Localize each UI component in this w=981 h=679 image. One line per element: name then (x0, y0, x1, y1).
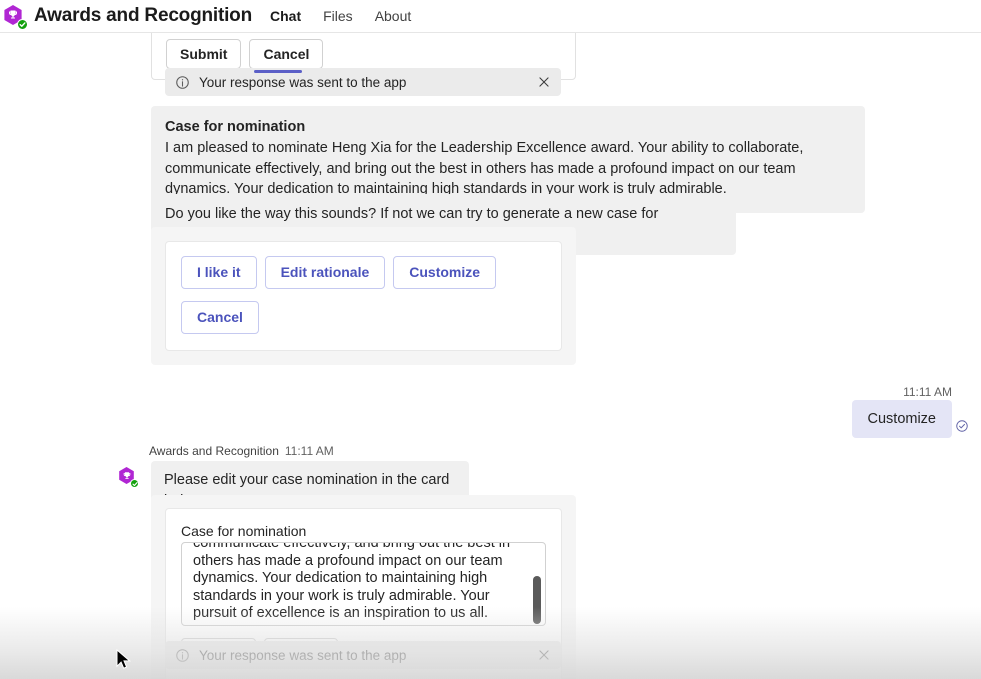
textarea-scrollbar-thumb[interactable] (533, 576, 541, 624)
presence-available-icon (17, 19, 28, 30)
bot-message-meta: Awards and Recognition 11:11 AM (149, 444, 334, 458)
action-card-inner: I like it Edit rationale Customize Cance… (165, 241, 562, 351)
action-card-button-row-1: I like it Edit rationale Customize (181, 256, 546, 289)
focus-indicator-underline (254, 70, 302, 73)
tab-bar: Chat Files About (270, 8, 411, 24)
textarea-value: has made a profound impact on our team d… (193, 552, 503, 622)
info-icon (175, 648, 190, 663)
clipped-card-button-row: Submit Cancel (166, 39, 561, 69)
cancel-button-action-card[interactable]: Cancel (181, 301, 259, 334)
info-icon (175, 75, 190, 90)
close-icon[interactable] (537, 75, 551, 89)
tab-about[interactable]: About (375, 8, 412, 24)
tab-files[interactable]: Files (323, 8, 353, 24)
user-message-bubble: Customize (851, 400, 952, 438)
notification-text-bottom: Your response was sent to the app (199, 647, 407, 663)
app-avatar (2, 4, 28, 30)
notification-text-top: Your response was sent to the app (199, 74, 407, 90)
action-card-outer: I like it Edit rationale Customize Cance… (151, 227, 576, 365)
nomination-heading: Case for nomination (165, 119, 306, 135)
bot-sender-name: Awards and Recognition (149, 444, 279, 458)
presence-available-icon (130, 479, 139, 488)
notification-sent-bottom: Your response was sent to the app (165, 641, 561, 669)
close-icon[interactable] (537, 648, 551, 662)
bot-avatar (118, 467, 139, 488)
teams-chat-window: Awards and Recognition Chat Files About … (0, 0, 981, 679)
customize-button[interactable]: Customize (393, 256, 497, 289)
i-like-it-button[interactable]: I like it (181, 256, 257, 289)
edit-field-label: Case for nomination (181, 523, 307, 539)
textarea-scrollbar[interactable] (533, 546, 541, 624)
textarea-content: communicate effectively, and bring out t… (193, 543, 537, 623)
notification-sent-top: Your response was sent to the app (165, 68, 561, 96)
sent-check-icon (955, 419, 969, 433)
submit-button-top[interactable]: Submit (166, 39, 242, 69)
chat-scroll-area[interactable]: Submit Cancel Your response was sent to … (0, 33, 981, 679)
user-message-timestamp: 11:11 AM (903, 385, 952, 399)
page-title: Awards and Recognition (34, 5, 252, 26)
cancel-button-top[interactable]: Cancel (249, 39, 324, 69)
nomination-body: I am pleased to nominate Heng Xia for th… (165, 140, 804, 197)
edit-rationale-button[interactable]: Edit rationale (264, 256, 386, 289)
bot-message-timestamp: 11:11 AM (284, 444, 334, 458)
app-header: Awards and Recognition Chat Files About (0, 0, 981, 33)
case-for-nomination-textarea[interactable]: communicate effectively, and bring out t… (181, 542, 546, 626)
action-card-button-row-2: Cancel (181, 301, 546, 334)
tab-chat[interactable]: Chat (270, 8, 301, 24)
